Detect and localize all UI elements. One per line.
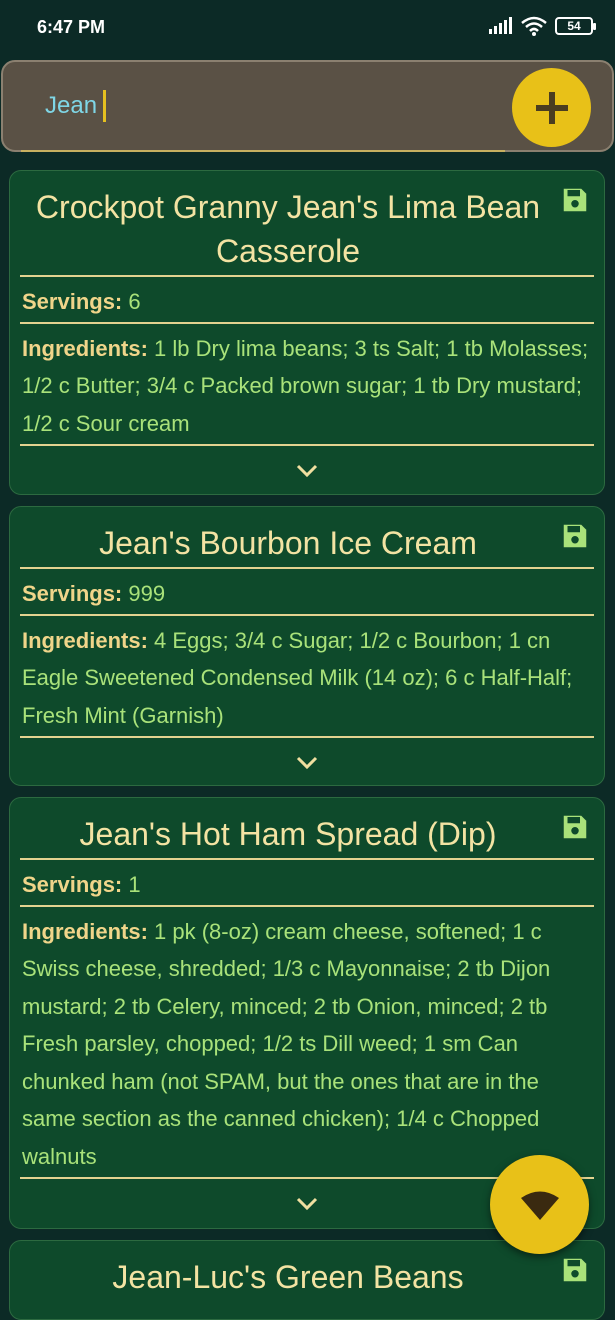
signal-icon [489,17,512,34]
ingredients-label: Ingredients: [22,918,148,944]
ingredients-label: Ingredients: [22,627,148,653]
servings-value: 1 [128,871,141,897]
expand-button[interactable] [10,738,604,788]
ingredients-row: Ingredients: 4 Eggs; 3/4 c Sugar; 1/2 c … [10,616,604,737]
status-time: 6:47 PM [37,17,106,37]
servings-label: Servings: [22,580,123,606]
servings-row: Servings: 6 [10,277,604,323]
text-caret [103,90,106,122]
chevron-down-icon [296,1197,318,1210]
add-recipe-button[interactable] [512,68,591,147]
save-recipe-button[interactable] [560,521,590,551]
recipe-card: Crockpot Granny Jean's Lima Bean Cassero… [9,170,605,495]
servings-label: Servings: [22,288,123,314]
search-bar [1,60,614,152]
wifi-icon [520,1191,559,1220]
recipe-title: Jean's Bourbon Ice Cream [99,525,477,561]
servings-value: 6 [128,288,141,314]
search-input[interactable] [45,86,465,126]
recipe-title: Jean's Hot Ham Spread (Dip) [79,816,497,852]
ingredients-value: 1 pk (8-oz) cream cheese, softened; 1 c … [22,918,551,1169]
save-recipe-button[interactable] [560,1255,590,1285]
recipe-card: Jean's Bourbon Ice Cream Servings: 999 I… [9,506,605,786]
servings-row: Servings: 999 [10,569,604,615]
recipe-card: Jean-Luc's Green Beans [9,1240,605,1320]
wifi-status-icon [521,16,547,36]
expand-button[interactable] [10,446,604,496]
ingredients-row: Ingredients: 1 pk (8-oz) cream cheese, s… [10,907,604,1178]
battery-level: 54 [567,19,581,33]
status-icons: 54 [489,16,596,36]
ingredients-label: Ingredients: [22,335,148,361]
wifi-fab-button[interactable] [490,1155,589,1254]
status-bar: 6:47 PM 54 [0,0,615,56]
battery-icon: 54 [555,17,596,35]
recipe-title: Crockpot Granny Jean's Lima Bean Cassero… [35,189,541,269]
plus-icon [535,91,568,124]
search-underline [21,150,505,152]
ingredients-row: Ingredients: 1 lb Dry lima beans; 3 ts S… [10,324,604,445]
save-recipe-button[interactable] [560,812,590,842]
recipe-title: Jean-Luc's Green Beans [112,1259,464,1295]
chevron-down-icon [296,756,318,769]
chevron-down-icon [296,464,318,477]
servings-value: 999 [128,580,166,606]
servings-row: Servings: 1 [10,860,604,906]
save-recipe-button[interactable] [560,185,590,215]
servings-label: Servings: [22,871,123,897]
